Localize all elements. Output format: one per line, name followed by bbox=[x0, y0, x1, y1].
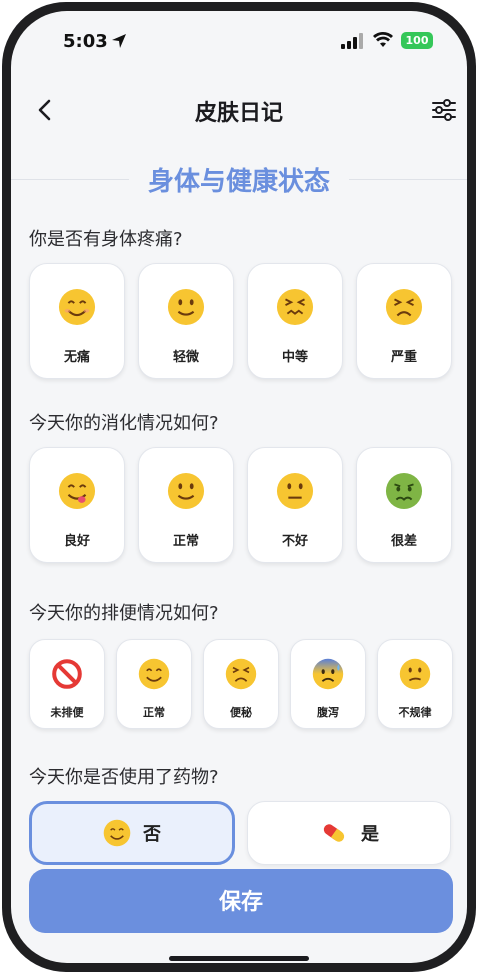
neutral-face-icon bbox=[276, 472, 314, 510]
prohibited-icon bbox=[52, 659, 82, 689]
smiling-face-icon bbox=[58, 288, 96, 326]
pain-option-severe[interactable]: 严重 bbox=[356, 263, 452, 379]
question-bowel: 今天你的排便情况如何? bbox=[29, 603, 219, 624]
option-label: 腹泻 bbox=[317, 706, 339, 719]
pain-option-moderate[interactable]: 中等 bbox=[247, 263, 343, 379]
option-label: 中等 bbox=[281, 350, 308, 365]
nauseated-face-icon bbox=[385, 472, 423, 510]
home-indicator bbox=[169, 956, 309, 961]
option-label: 良好 bbox=[63, 534, 90, 549]
slight-smile-icon bbox=[167, 288, 205, 326]
battery-indicator: 100 bbox=[401, 32, 433, 49]
app-screen: 5:03 100 皮肤日记 身体与健康状态 你是否有身体疼痛? 无痛 轻微 中等… bbox=[11, 11, 467, 963]
option-label: 轻微 bbox=[172, 350, 199, 365]
digestion-option-good[interactable]: 良好 bbox=[29, 447, 125, 563]
save-button[interactable]: 保存 bbox=[29, 869, 453, 933]
option-label: 严重 bbox=[390, 350, 417, 365]
question-pain: 你是否有身体疼痛? bbox=[29, 229, 183, 250]
cellular-signal-icon bbox=[341, 33, 363, 49]
option-label: 很差 bbox=[390, 534, 417, 549]
filter-sliders-icon[interactable] bbox=[431, 97, 457, 123]
page-title: 皮肤日记 bbox=[194, 101, 283, 126]
confounded-face-icon bbox=[276, 288, 314, 326]
digestion-option-normal[interactable]: 正常 bbox=[138, 447, 234, 563]
location-arrow-icon bbox=[112, 34, 126, 48]
section-divider-right bbox=[349, 179, 467, 180]
yum-face-icon bbox=[58, 472, 96, 510]
option-label: 不好 bbox=[281, 534, 308, 549]
anxious-sweat-face-icon bbox=[312, 658, 344, 690]
option-label: 不规律 bbox=[398, 706, 432, 719]
bowel-option-normal[interactable]: 正常 bbox=[116, 639, 192, 729]
bowel-option-diarrhea[interactable]: 腹泻 bbox=[290, 639, 366, 729]
medication-option-no[interactable]: 否 bbox=[29, 801, 235, 865]
option-label: 未排便 bbox=[50, 706, 84, 719]
slight-smile-icon bbox=[167, 472, 205, 510]
digestion-option-bad[interactable]: 不好 bbox=[247, 447, 343, 563]
smiling-face-icon bbox=[103, 819, 131, 847]
status-time: 5:03 bbox=[63, 31, 108, 52]
option-label: 否 bbox=[143, 824, 161, 845]
question-digestion: 今天你的消化情况如何? bbox=[29, 413, 219, 434]
confused-face-icon bbox=[399, 658, 431, 690]
persevering-face-icon bbox=[385, 288, 423, 326]
pain-option-mild[interactable]: 轻微 bbox=[138, 263, 234, 379]
pill-icon bbox=[323, 824, 345, 842]
option-label: 是 bbox=[361, 824, 379, 845]
phone-frame: 5:03 100 皮肤日记 身体与健康状态 你是否有身体疼痛? 无痛 轻微 中等… bbox=[2, 2, 476, 972]
option-label: 便秘 bbox=[230, 706, 252, 719]
smiling-face-icon bbox=[138, 658, 170, 690]
option-label: 正常 bbox=[172, 534, 199, 549]
bowel-option-constipation[interactable]: 便秘 bbox=[203, 639, 279, 729]
digestion-option-very-bad[interactable]: 很差 bbox=[356, 447, 452, 563]
option-label: 正常 bbox=[143, 706, 165, 719]
bowel-option-irregular[interactable]: 不规律 bbox=[377, 639, 453, 729]
medication-option-yes[interactable]: 是 bbox=[247, 801, 451, 865]
bowel-option-none[interactable]: 未排便 bbox=[29, 639, 105, 729]
wifi-icon bbox=[373, 32, 393, 47]
option-label: 无痛 bbox=[63, 350, 90, 365]
pain-option-none[interactable]: 无痛 bbox=[29, 263, 125, 379]
question-medication: 今天你是否使用了药物? bbox=[29, 767, 219, 788]
persevering-face-icon bbox=[225, 658, 257, 690]
